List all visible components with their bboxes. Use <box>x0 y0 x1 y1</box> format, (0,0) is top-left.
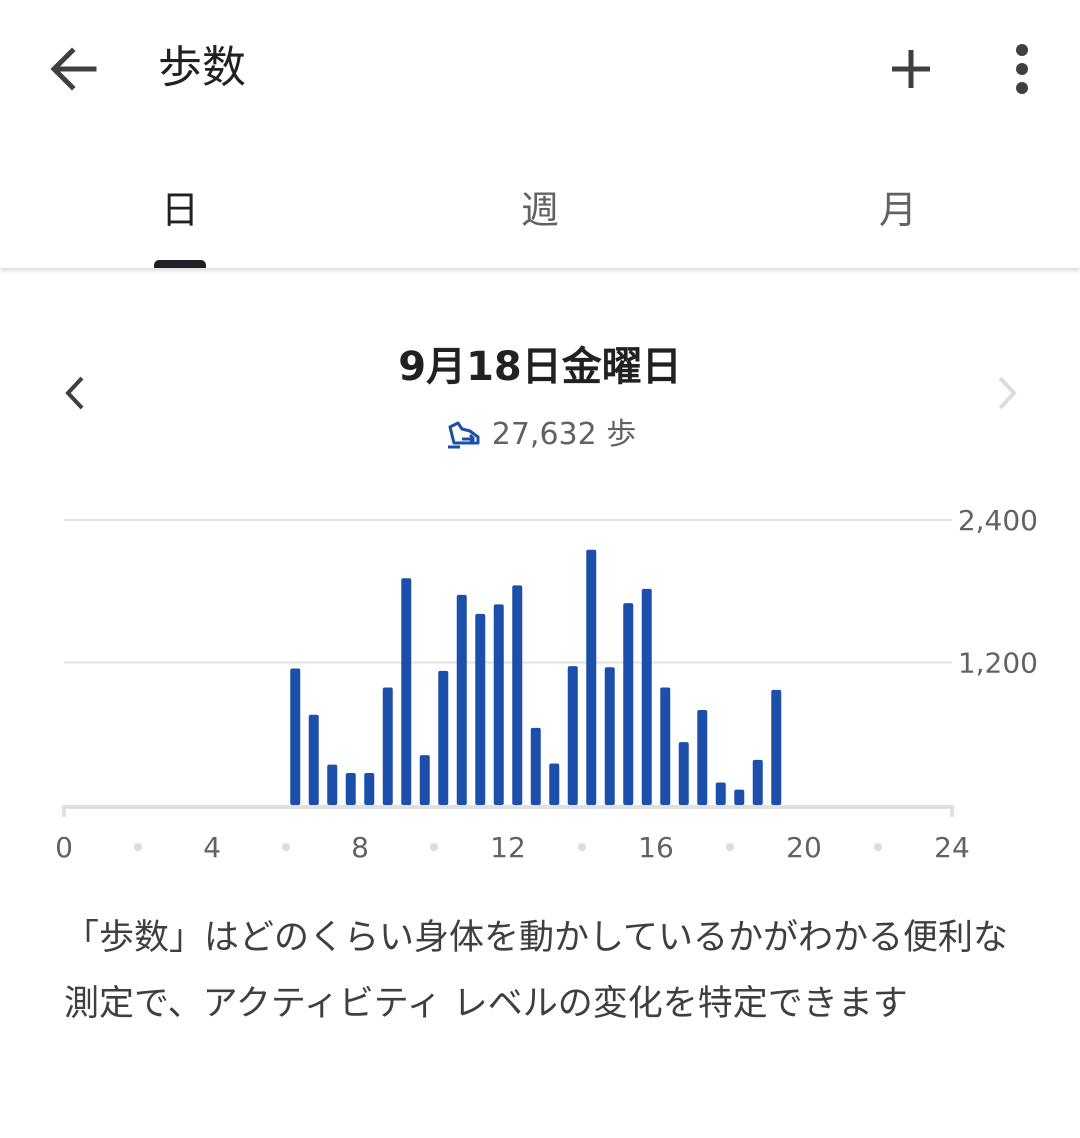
hourly-steps-chart: 0 4 8 12 16 20 24 1,200 2,400 <box>55 504 1038 864</box>
daily-steps-summary: 27,632 歩 <box>390 412 690 458</box>
y-tick-label: 1,200 <box>958 647 1038 680</box>
step-bar <box>475 613 486 805</box>
step-bar <box>678 742 689 805</box>
x-tick-label: 20 <box>786 831 822 864</box>
steps-total: 27,632 歩 <box>491 417 637 452</box>
tab-week[interactable]: 週 <box>490 180 590 240</box>
app-bar: 歩数 <box>0 0 1080 140</box>
step-bar <box>586 549 597 805</box>
x-tick-label: 8 <box>351 831 369 864</box>
step-bar <box>549 763 560 805</box>
page-title: 歩数 <box>158 42 246 93</box>
more-vert-icon <box>1016 44 1028 94</box>
step-bar <box>771 689 782 805</box>
x-tick-dot <box>726 843 734 851</box>
x-tick-label: 16 <box>638 831 674 864</box>
date-label: 9月18日金曜日 <box>398 344 682 390</box>
step-bar <box>697 710 708 805</box>
step-bar <box>382 687 393 805</box>
chevron-left-icon <box>65 376 84 410</box>
step-bar <box>512 585 523 805</box>
y-tick-label: 2,400 <box>958 504 1038 537</box>
arrow-left-icon <box>50 47 97 91</box>
step-bar <box>567 666 578 805</box>
step-bar <box>327 764 338 805</box>
tab-month[interactable]: 月 <box>848 180 948 240</box>
plus-icon <box>892 50 930 88</box>
back-button[interactable] <box>40 36 106 102</box>
step-bar <box>290 668 301 805</box>
x-tick-dot <box>282 843 290 851</box>
step-bar <box>734 789 745 805</box>
step-bar <box>493 604 504 805</box>
next-day-button[interactable] <box>980 366 1034 420</box>
step-bar <box>364 772 375 805</box>
x-tick-dot <box>874 843 882 851</box>
description-text: 「歩数」はどのくらい身体を動かしているかがわかる便利な測定で、アクティビティ レ… <box>64 918 1008 1024</box>
step-bar <box>641 588 652 805</box>
x-tick-dot <box>430 843 438 851</box>
x-tick-label: 24 <box>934 831 970 864</box>
step-bar <box>419 755 430 805</box>
step-bar <box>623 603 634 805</box>
step-bar <box>456 594 467 805</box>
step-bar <box>604 667 615 805</box>
add-button[interactable] <box>878 36 944 102</box>
step-bar <box>438 670 449 805</box>
x-tick-label: 4 <box>203 831 221 864</box>
step-bar <box>345 772 356 805</box>
previous-day-button[interactable] <box>48 366 102 420</box>
step-bar <box>530 727 541 805</box>
step-bar <box>660 687 671 805</box>
step-bar <box>308 714 319 805</box>
step-bar <box>715 782 726 805</box>
x-tick-label: 0 <box>55 831 73 864</box>
step-bar <box>401 578 412 805</box>
more-options-button[interactable] <box>990 36 1056 102</box>
active-tab-indicator <box>154 260 206 268</box>
x-tick-label: 12 <box>490 831 526 864</box>
steps-shoe-icon <box>447 421 480 449</box>
step-bar <box>752 759 763 805</box>
period-tabs: 日 週 月 <box>0 140 1080 268</box>
x-tick-dot <box>134 843 142 851</box>
x-tick-dot <box>578 843 586 851</box>
tab-day[interactable]: 日 <box>130 180 230 240</box>
chevron-right-icon <box>998 376 1017 410</box>
